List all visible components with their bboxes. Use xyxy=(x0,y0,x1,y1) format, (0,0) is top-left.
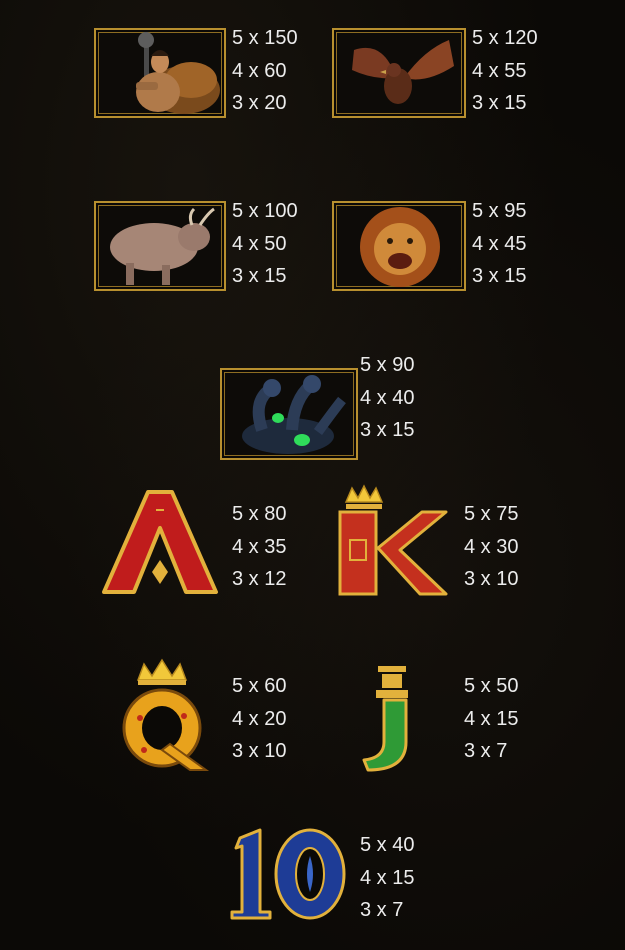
payout-3: 3 x 15 xyxy=(472,265,527,287)
payout-3: 3 x 12 xyxy=(232,568,287,590)
payout-4: 4 x 40 xyxy=(360,386,415,409)
payout-3: 3 x 15 xyxy=(360,419,415,441)
hercules-payouts: 5 x 150 4 x 60 3 x 20 xyxy=(232,22,298,120)
letter-k-payouts: 5 x 75 4 x 30 3 x 10 xyxy=(464,498,518,596)
payout-4: 4 x 45 xyxy=(472,232,527,255)
payout-5: 5 x 40 xyxy=(360,834,415,856)
paytable-background xyxy=(0,0,625,950)
payout-4: 4 x 50 xyxy=(232,232,287,255)
payout-3: 3 x 15 xyxy=(232,265,287,287)
hydra-payouts: 5 x 90 4 x 40 3 x 15 xyxy=(360,349,414,447)
payout-5: 5 x 50 xyxy=(464,675,519,697)
eagle-symbol xyxy=(332,28,466,118)
ten-symbol xyxy=(226,826,350,922)
payout-5: 5 x 150 xyxy=(232,27,298,49)
payout-3: 3 x 20 xyxy=(232,92,287,114)
payout-5: 5 x 120 xyxy=(472,27,538,49)
payout-3: 3 x 7 xyxy=(360,899,404,921)
payout-5: 5 x 95 xyxy=(472,200,527,222)
letter-k-symbol xyxy=(334,484,450,600)
payout-3: 3 x 15 xyxy=(472,92,527,114)
letter-j-symbol xyxy=(362,662,422,776)
payout-5: 5 x 75 xyxy=(464,503,519,525)
bull-symbol xyxy=(94,201,226,291)
payout-4: 4 x 15 xyxy=(360,866,415,889)
payout-4: 4 x 60 xyxy=(232,59,287,82)
letter-j-payouts: 5 x 50 4 x 15 3 x 7 xyxy=(464,670,518,768)
payout-4: 4 x 20 xyxy=(232,707,287,730)
payout-5: 5 x 60 xyxy=(232,675,287,697)
payout-5: 5 x 90 xyxy=(360,354,415,376)
eagle-payouts: 5 x 120 4 x 55 3 x 15 xyxy=(472,22,538,120)
payout-5: 5 x 80 xyxy=(232,503,287,525)
lion-payouts: 5 x 95 4 x 45 3 x 15 xyxy=(472,195,526,293)
letter-q-symbol xyxy=(110,658,214,774)
letter-a-payouts: 5 x 80 4 x 35 3 x 12 xyxy=(232,498,286,596)
ten-payouts: 5 x 40 4 x 15 3 x 7 xyxy=(360,829,414,927)
payout-4: 4 x 15 xyxy=(464,707,519,730)
hercules-symbol xyxy=(94,28,226,118)
payout-4: 4 x 30 xyxy=(464,535,519,558)
letter-a-symbol xyxy=(100,488,220,598)
hydra-symbol xyxy=(220,368,358,460)
payout-4: 4 x 35 xyxy=(232,535,287,558)
letter-q-payouts: 5 x 60 4 x 20 3 x 10 xyxy=(232,670,286,768)
bull-payouts: 5 x 100 4 x 50 3 x 15 xyxy=(232,195,298,293)
payout-3: 3 x 7 xyxy=(464,740,508,762)
payout-4: 4 x 55 xyxy=(472,59,527,82)
lion-symbol xyxy=(332,201,466,291)
payout-5: 5 x 100 xyxy=(232,200,298,222)
payout-3: 3 x 10 xyxy=(464,568,519,590)
payout-3: 3 x 10 xyxy=(232,740,287,762)
